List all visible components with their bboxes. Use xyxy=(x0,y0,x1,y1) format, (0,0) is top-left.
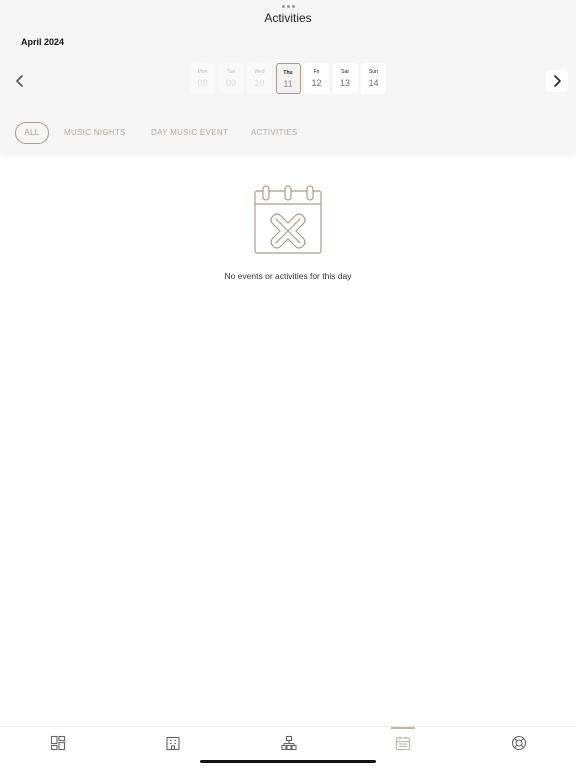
day-name: Mon xyxy=(197,69,208,75)
day-wed[interactable]: Wed 10 xyxy=(247,63,272,94)
filter-music-nights[interactable]: MUSIC NIGHTS xyxy=(64,128,126,137)
day-date: 12 xyxy=(311,78,322,88)
chevron-left-icon xyxy=(16,75,23,87)
day-thu[interactable]: Thu 11 xyxy=(275,63,301,94)
day-date: 11 xyxy=(283,79,293,89)
day-name: Fri xyxy=(313,69,320,75)
next-week-button[interactable] xyxy=(546,70,568,92)
day-sun[interactable]: Sun 14 xyxy=(361,63,386,94)
filter-day-music-event[interactable]: DAY MUSIC EVENT xyxy=(151,128,228,137)
page-title: Activities xyxy=(264,11,312,25)
calendar-icon xyxy=(395,736,410,750)
tab-hotel[interactable] xyxy=(164,734,181,751)
day-name: Wed xyxy=(254,69,265,75)
day-date: 13 xyxy=(339,78,350,88)
activities-screen: Activities April 2024 Mon 08 Tue 09 Wed … xyxy=(0,0,576,768)
header-panel: Activities April 2024 Mon 08 Tue 09 Wed … xyxy=(0,0,576,153)
tab-dashboard[interactable] xyxy=(49,734,66,751)
day-tue[interactable]: Tue 09 xyxy=(218,63,244,94)
filter-activities[interactable]: ACTIVITIES xyxy=(251,128,298,137)
dashboard-icon xyxy=(50,735,65,750)
active-tab-indicator xyxy=(391,727,415,729)
day-date: 14 xyxy=(368,78,379,88)
filter-all[interactable]: ALL xyxy=(15,122,49,144)
previous-week-button[interactable] xyxy=(9,70,31,92)
chevron-right-icon xyxy=(554,75,561,87)
day-name: Sat xyxy=(341,69,349,75)
tab-support[interactable] xyxy=(510,734,527,751)
home-indicator xyxy=(200,760,376,763)
empty-state-message: No events or activities for this day xyxy=(224,271,352,281)
day-date: 08 xyxy=(197,78,208,88)
day-sat[interactable]: Sat 13 xyxy=(332,63,358,94)
day-fri[interactable]: Fri 12 xyxy=(304,63,329,94)
hotel-building-icon xyxy=(165,736,180,750)
day-name: Thu xyxy=(283,70,293,76)
calendar-cancel-icon xyxy=(254,185,322,254)
lifebuoy-icon xyxy=(511,735,526,750)
tab-calendar[interactable] xyxy=(394,734,411,751)
day-name: Sun xyxy=(369,69,378,75)
day-date: 10 xyxy=(254,78,265,88)
sheet-grabber[interactable] xyxy=(282,5,295,8)
day-date: 09 xyxy=(225,78,236,88)
day-mon[interactable]: Mon 08 xyxy=(190,63,215,94)
month-label: April 2024 xyxy=(21,37,65,47)
day-name: Tue xyxy=(226,69,236,75)
tab-organization[interactable] xyxy=(280,734,297,751)
organization-icon xyxy=(280,735,297,750)
